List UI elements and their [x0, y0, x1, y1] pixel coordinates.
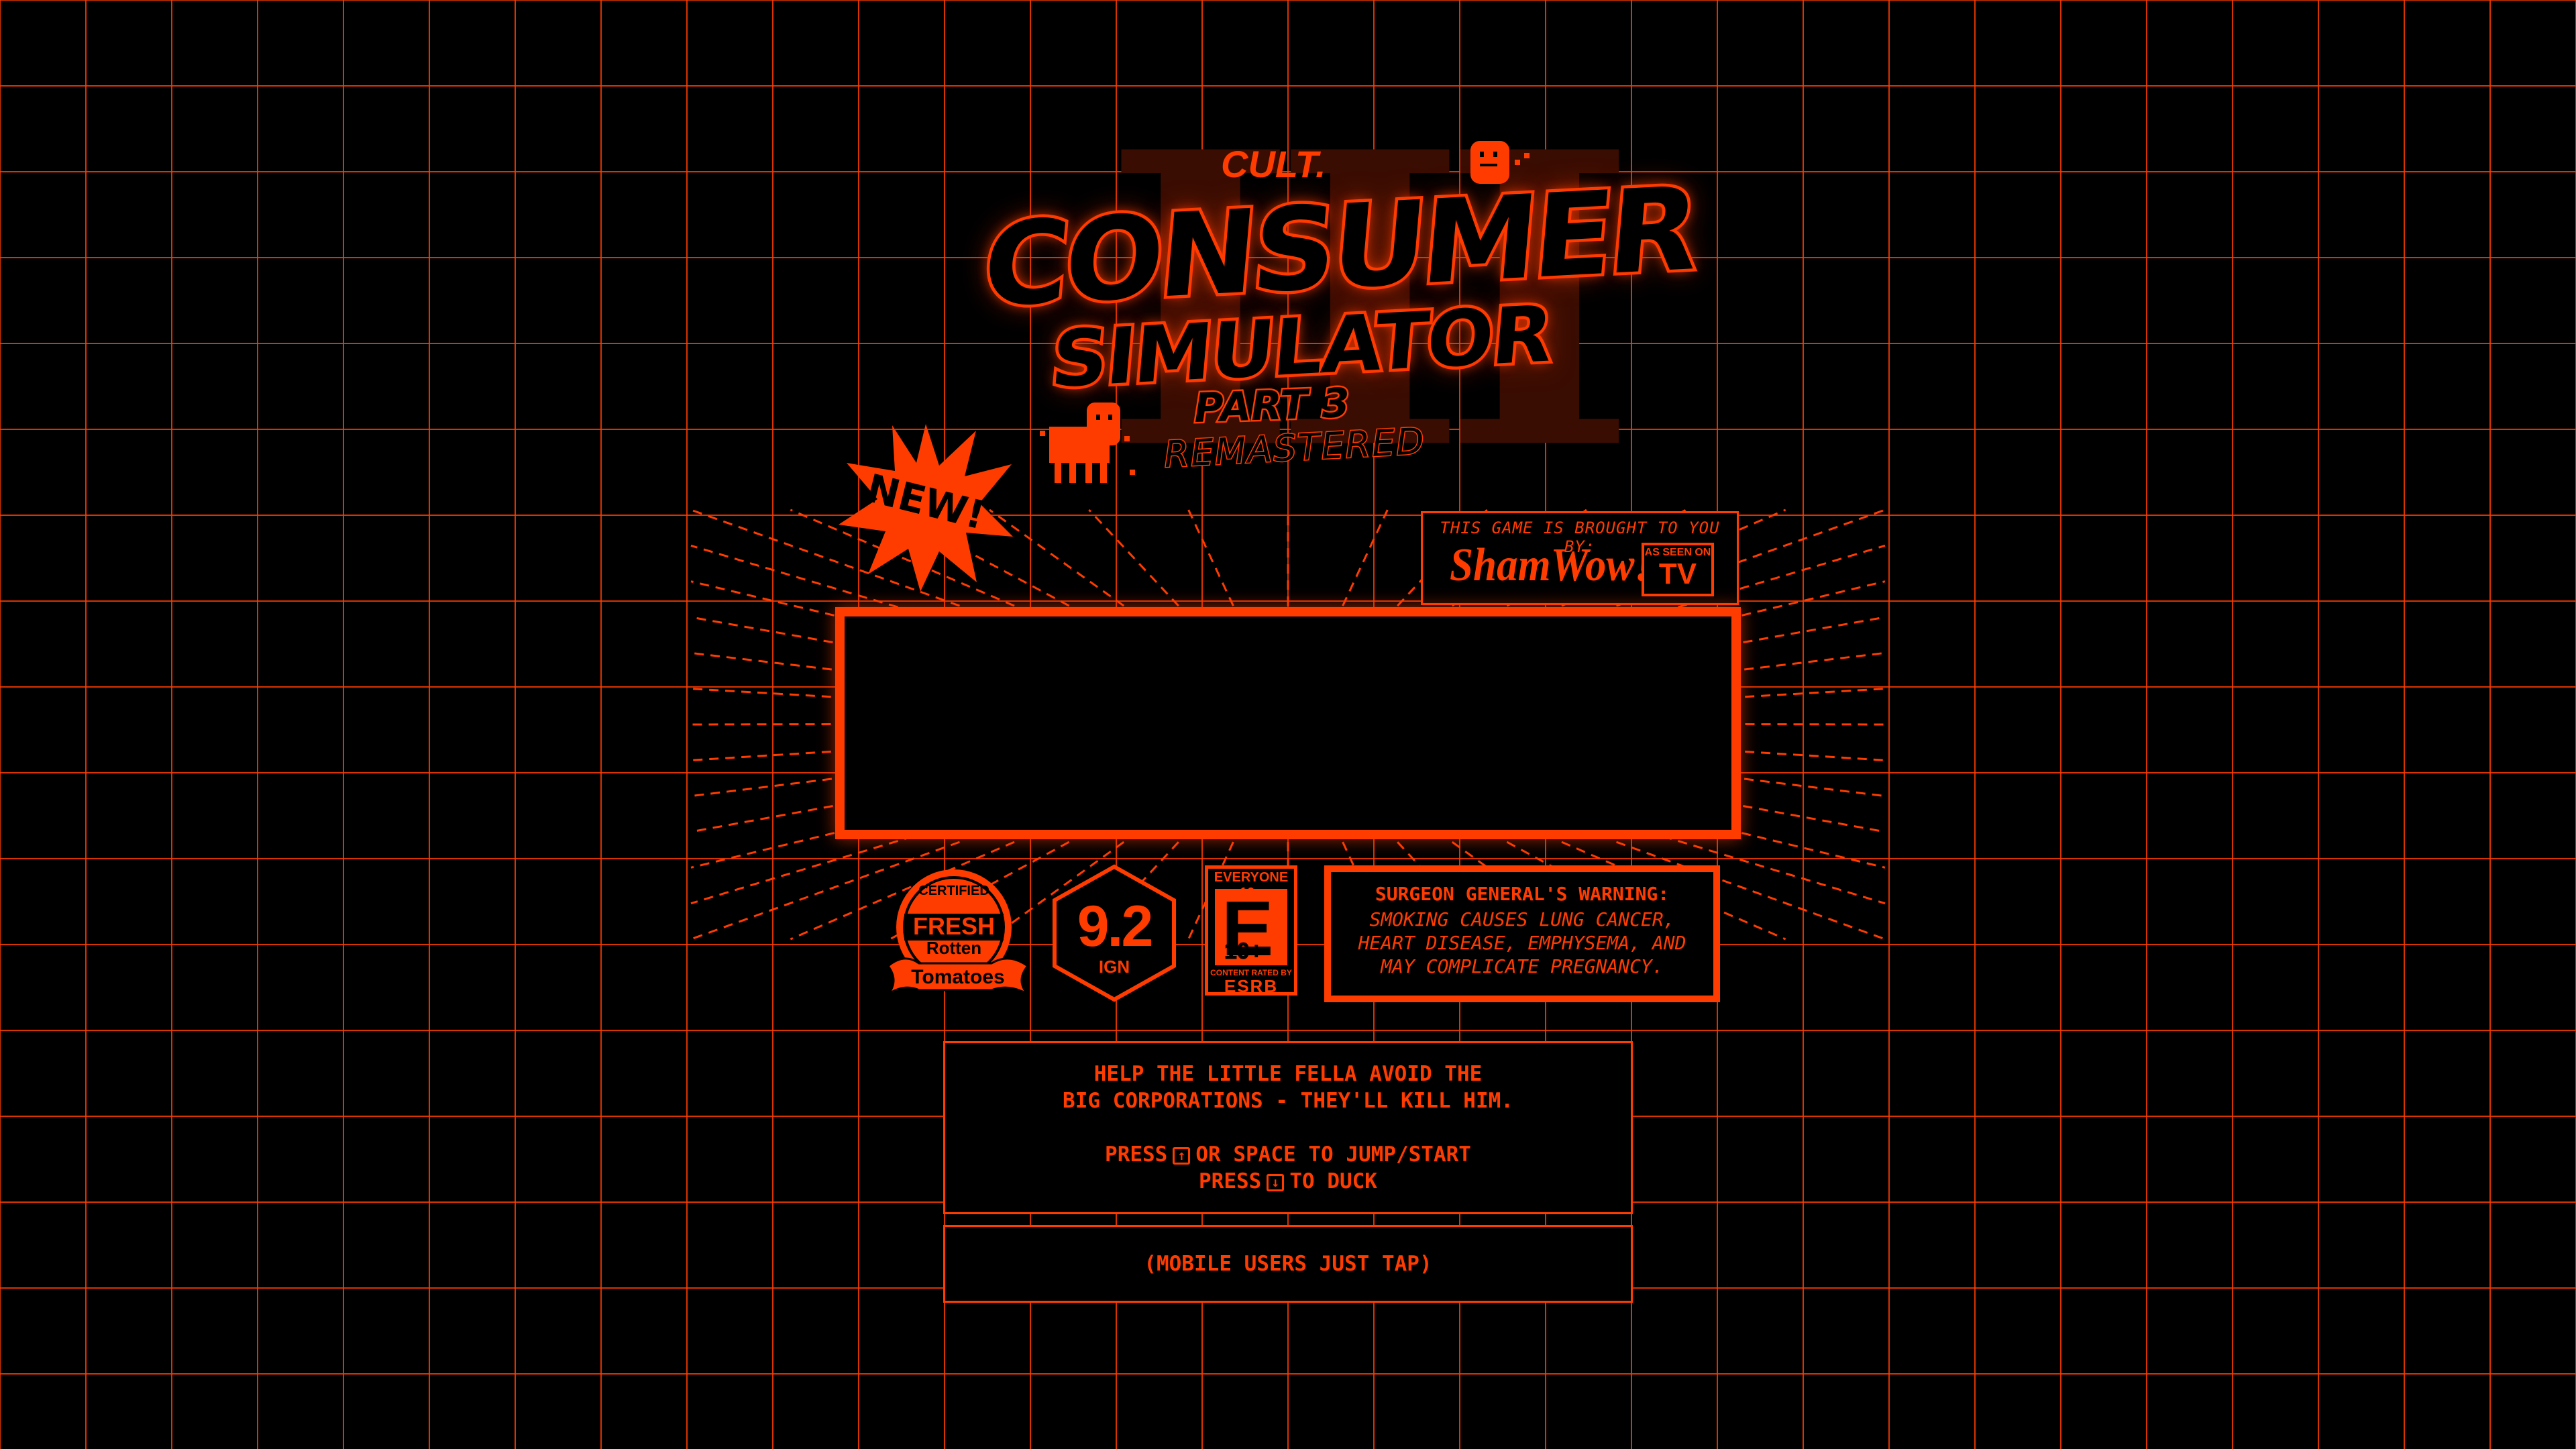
rotten-tomatoes-badge: CERTIFIED FRESH Rotten Tomatoes	[886, 869, 1030, 996]
new-badge: NEW!	[839, 424, 1013, 592]
mobile-hint: (MOBILE USERS JUST TAP)	[943, 1225, 1633, 1303]
ign-brand: IGN	[1098, 957, 1130, 977]
rt-certified: CERTIFIED	[918, 883, 989, 898]
game-logo: III CULT. CONSUMER SIMULATOR PART 3 REMA…	[975, 101, 1704, 503]
as-seen-on-tv-badge: AS SEEN ON TV	[1642, 543, 1714, 596]
sponsor-box: THIS GAME IS BROUGHT TO YOU BY: ShamWow!…	[1421, 511, 1739, 605]
logo-part: PART 3	[1191, 378, 1352, 433]
instructions-line-1: HELP THE LITTLE FELLA AVOID THE	[1093, 1062, 1483, 1086]
esrb-e-block: E 10+	[1215, 885, 1287, 972]
duck-instruction: PRESS ↓ TO DUCK	[945, 1168, 1631, 1195]
shamwow-logo: ShamWow!	[1450, 539, 1651, 591]
game-canvas[interactable]	[835, 607, 1741, 839]
rt-fresh: FRESH	[913, 912, 995, 940]
warning-heading: SURGEON GENERAL'S WARNING:	[1375, 883, 1670, 905]
rt-tomatoes: Tomatoes	[911, 966, 1004, 988]
tv-badge-main: TV	[1658, 557, 1697, 590]
arrow-up-key-icon: ↑	[1173, 1146, 1191, 1165]
jump-suffix: OR SPACE TO JUMP/START	[1195, 1142, 1471, 1167]
jump-instruction: PRESS ↑ OR SPACE TO JUMP/START	[945, 1141, 1631, 1168]
esrb-rating-badge: EVERYONE 10+ E 10+ CONTENT RATED BY ESRB	[1205, 865, 1297, 996]
esrb-brand: ESRB	[1224, 976, 1279, 996]
esrb-age: 10+	[1224, 938, 1264, 965]
ign-score-badge: 9.2 IGN	[1052, 864, 1177, 1002]
duck-suffix: TO DUCK	[1289, 1169, 1377, 1193]
logo-brand: CULT.	[1221, 143, 1326, 185]
instructions-line-2: BIG CORPORATIONS - THEY'LL KILL HIM.	[1063, 1089, 1513, 1113]
jump-prefix: PRESS	[1105, 1142, 1168, 1167]
pixel-sheep-icon	[1040, 402, 1135, 483]
surgeon-general-warning: SURGEON GENERAL'S WARNING: SMOKING CAUSE…	[1324, 865, 1720, 1002]
warning-body: SMOKING CAUSES LUNG CANCER, HEART DISEAS…	[1358, 908, 1686, 977]
rt-rotten: Rotten	[926, 938, 981, 958]
instructions-panel: HELP THE LITTLE FELLA AVOID THE BIG CORP…	[943, 1041, 1633, 1214]
arrow-down-key-icon: ↓	[1267, 1173, 1285, 1191]
duck-prefix: PRESS	[1199, 1169, 1262, 1193]
ign-score: 9.2	[1077, 894, 1154, 959]
